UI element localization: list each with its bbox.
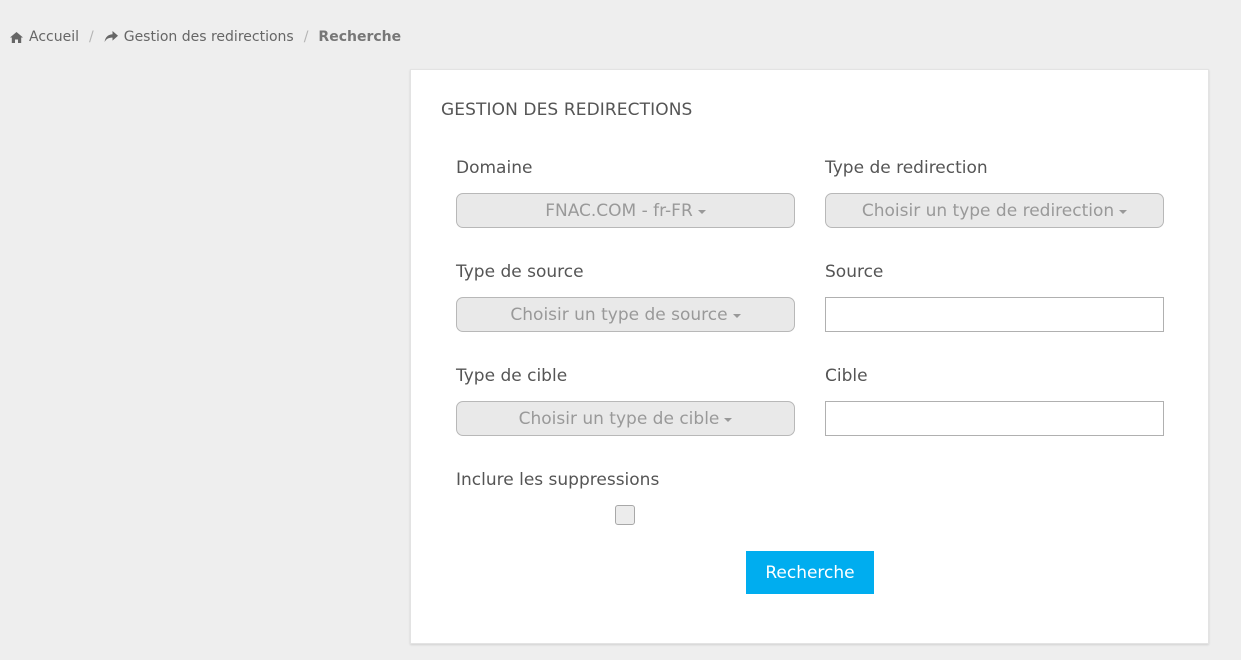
cible-label: Cible: [825, 366, 868, 386]
breadcrumb-home[interactable]: Accueil: [10, 29, 79, 45]
search-button[interactable]: Recherche: [746, 551, 874, 594]
inclure-suppressions-label: Inclure les suppressions: [456, 470, 660, 490]
type-redirection-label: Type de redirection: [825, 158, 988, 178]
source-input[interactable]: [825, 297, 1164, 332]
type-cible-dropdown[interactable]: Choisir un type de cible: [456, 401, 795, 436]
breadcrumb-redirections-label: Gestion des redirections: [123, 29, 294, 45]
breadcrumb: Accueil / Gestion des redirections / Rec…: [10, 27, 401, 47]
home-icon: [10, 31, 23, 43]
inclure-suppressions-checkbox[interactable]: [615, 505, 635, 525]
cible-input[interactable]: [825, 401, 1164, 436]
breadcrumb-current: Recherche: [318, 29, 402, 45]
type-cible-dropdown-value: Choisir un type de cible: [518, 408, 720, 429]
type-source-dropdown[interactable]: Choisir un type de source: [456, 297, 795, 332]
source-label: Source: [825, 262, 884, 282]
redirections-panel: GESTION DES REDIRECTIONS Domaine FNAC.CO…: [410, 69, 1209, 644]
type-redirection-dropdown[interactable]: Choisir un type de redirection: [825, 193, 1164, 228]
breadcrumb-home-label: Accueil: [29, 29, 79, 45]
caret-down-icon: [1119, 209, 1128, 214]
type-cible-label: Type de cible: [456, 366, 568, 386]
share-icon: [104, 31, 118, 43]
caret-down-icon: [732, 313, 741, 318]
type-source-dropdown-value: Choisir un type de source: [510, 304, 728, 325]
breadcrumb-separator: /: [89, 29, 94, 45]
panel-title: GESTION DES REDIRECTIONS: [441, 100, 693, 120]
breadcrumb-redirections[interactable]: Gestion des redirections: [104, 29, 294, 45]
caret-down-icon: [724, 417, 733, 422]
type-source-label: Type de source: [456, 262, 584, 282]
domaine-dropdown-value: FNAC.COM - fr-FR: [545, 200, 693, 221]
breadcrumb-separator: /: [303, 29, 309, 45]
type-redirection-dropdown-value: Choisir un type de redirection: [861, 200, 1115, 221]
caret-down-icon: [697, 209, 706, 214]
domaine-dropdown[interactable]: FNAC.COM - fr-FR: [456, 193, 795, 228]
domaine-label: Domaine: [456, 158, 533, 178]
